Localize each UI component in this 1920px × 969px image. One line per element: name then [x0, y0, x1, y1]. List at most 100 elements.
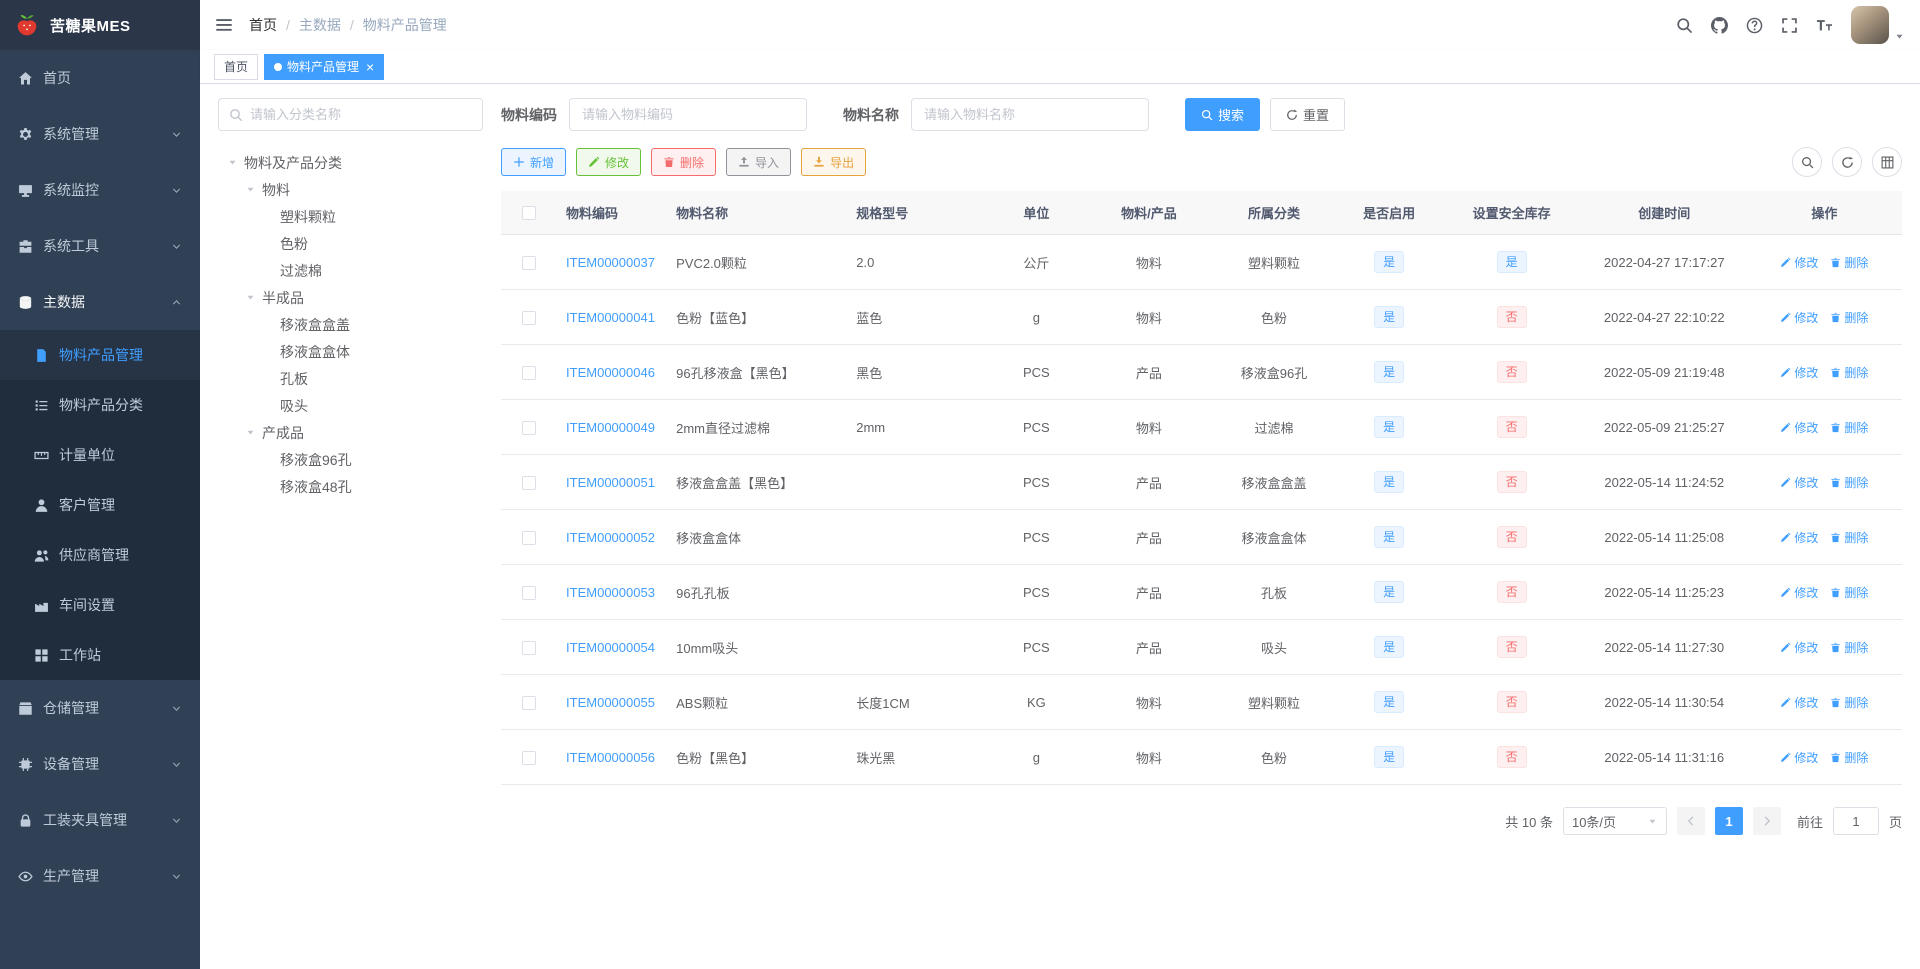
sidebar-subitem-material-product-management[interactable]: 物料产品管理 [0, 330, 200, 380]
row-edit-link[interactable]: 修改 [1780, 474, 1818, 491]
row-delete-link[interactable]: 删除 [1830, 364, 1868, 381]
sidebar-subitem-workstation[interactable]: 工作站 [0, 630, 200, 680]
sidebar-subitem-customer-management[interactable]: 客户管理 [0, 480, 200, 530]
row-edit-link[interactable]: 修改 [1780, 694, 1818, 711]
font-size-icon[interactable] [1816, 17, 1833, 34]
row-delete-link[interactable]: 删除 [1830, 419, 1868, 436]
category-search-input[interactable] [250, 107, 472, 122]
sidebar-subitem-material-product-category[interactable]: 物料产品分类 [0, 380, 200, 430]
row-edit-link[interactable]: 修改 [1780, 419, 1818, 436]
item-code-link[interactable]: ITEM00000051 [566, 475, 655, 490]
sidebar-item-system-tools[interactable]: 系统工具 [0, 218, 200, 274]
edit-button[interactable]: 修改 [576, 148, 642, 176]
goto-page-input[interactable] [1832, 807, 1879, 835]
item-code-link[interactable]: ITEM00000053 [566, 585, 655, 600]
row-edit-link[interactable]: 修改 [1780, 309, 1818, 326]
add-button[interactable]: 新增 [501, 148, 567, 176]
row-checkbox[interactable] [521, 420, 536, 435]
row-edit-link[interactable]: 修改 [1780, 529, 1818, 546]
tree-node[interactable]: 移液盒盒体 [218, 338, 483, 365]
row-checkbox[interactable] [521, 475, 536, 490]
row-checkbox[interactable] [521, 585, 536, 600]
tab-active[interactable]: 物料产品管理 × [264, 53, 385, 80]
tree-node[interactable]: 物料 [218, 176, 483, 203]
row-delete-link[interactable]: 删除 [1830, 749, 1868, 766]
tree-node[interactable]: 色粉 [218, 230, 483, 257]
row-edit-link[interactable]: 修改 [1780, 749, 1818, 766]
question-icon[interactable] [1746, 17, 1763, 34]
export-button[interactable]: 导出 [801, 148, 867, 176]
sidebar-item-equipment-management[interactable]: 设备管理 [0, 736, 200, 792]
tree-node[interactable]: 塑料颗粒 [218, 203, 483, 230]
item-code-link[interactable]: ITEM00000046 [566, 365, 655, 380]
next-page-button[interactable] [1752, 807, 1781, 835]
tree-node[interactable]: 吸头 [218, 392, 483, 419]
row-delete-link[interactable]: 删除 [1830, 694, 1868, 711]
refresh-button[interactable] [1832, 147, 1862, 177]
delete-button[interactable]: 删除 [651, 148, 717, 176]
sidebar-item-system-monitor[interactable]: 系统监控 [0, 162, 200, 218]
item-code-link[interactable]: ITEM00000041 [566, 310, 655, 325]
item-code-link[interactable]: ITEM00000049 [566, 420, 655, 435]
tree-node[interactable]: 物料及产品分类 [218, 149, 483, 176]
row-delete-link[interactable]: 删除 [1830, 309, 1868, 326]
github-icon[interactable] [1711, 17, 1728, 34]
row-delete-link[interactable]: 删除 [1830, 529, 1868, 546]
sidebar-subitem-measurement-unit[interactable]: 计量单位 [0, 430, 200, 480]
sidebar-item-production-management[interactable]: 生产管理 [0, 848, 200, 904]
prev-page-button[interactable] [1676, 807, 1705, 835]
row-checkbox[interactable] [521, 365, 536, 380]
current-page-button[interactable]: 1 [1714, 807, 1743, 835]
sidebar-item-fixture-management[interactable]: 工装夹具管理 [0, 792, 200, 848]
tree-node[interactable]: 产成品 [218, 419, 483, 446]
tree-node[interactable]: 过滤棉 [218, 257, 483, 284]
tree-node[interactable]: 半成品 [218, 284, 483, 311]
select-all-checkbox[interactable] [521, 206, 536, 221]
item-code-link[interactable]: ITEM00000054 [566, 640, 655, 655]
tree-node[interactable]: 移液盒盒盖 [218, 311, 483, 338]
brand[interactable]: 苦糖果MES [0, 0, 200, 50]
tab-item[interactable]: 首页 [214, 53, 259, 80]
material-name-input[interactable] [911, 98, 1149, 131]
fullscreen-icon[interactable] [1781, 17, 1798, 34]
search-button[interactable]: 搜索 [1185, 98, 1261, 131]
tab-close-icon[interactable]: × [366, 60, 374, 74]
row-checkbox[interactable] [521, 640, 536, 655]
item-code-link[interactable]: ITEM00000055 [566, 695, 655, 710]
sidebar-item-master-data[interactable]: 主数据 [0, 274, 200, 330]
hamburger-icon[interactable] [215, 16, 233, 34]
row-delete-link[interactable]: 删除 [1830, 474, 1868, 491]
sidebar-item-system-management[interactable]: 系统管理 [0, 106, 200, 162]
row-checkbox[interactable] [521, 530, 536, 545]
row-checkbox[interactable] [521, 750, 536, 765]
tree-node[interactable]: 移液盒96孔 [218, 446, 483, 473]
user-avatar[interactable] [1851, 6, 1905, 44]
grid-button[interactable] [1872, 147, 1902, 177]
row-edit-link[interactable]: 修改 [1780, 584, 1818, 601]
row-checkbox[interactable] [521, 255, 536, 270]
breadcrumb-item[interactable]: 首页 [249, 15, 277, 35]
import-button[interactable]: 导入 [726, 148, 792, 176]
sidebar-subitem-supplier-management[interactable]: 供应商管理 [0, 530, 200, 580]
item-code-link[interactable]: ITEM00000056 [566, 750, 655, 765]
search-button[interactable] [1792, 147, 1822, 177]
row-checkbox[interactable] [521, 695, 536, 710]
sidebar-item-warehouse-management[interactable]: 仓储管理 [0, 680, 200, 736]
item-code-link[interactable]: ITEM00000037 [566, 255, 655, 270]
search-icon[interactable] [1676, 17, 1693, 34]
sidebar-item-home[interactable]: 首页 [0, 50, 200, 106]
item-code-link[interactable]: ITEM00000052 [566, 530, 655, 545]
reset-button[interactable]: 重置 [1270, 98, 1346, 131]
row-delete-link[interactable]: 删除 [1830, 639, 1868, 656]
material-code-input[interactable] [569, 98, 807, 131]
sidebar-subitem-workshop-settings[interactable]: 车间设置 [0, 580, 200, 630]
tree-node[interactable]: 移液盒48孔 [218, 473, 483, 500]
row-delete-link[interactable]: 删除 [1830, 254, 1868, 271]
row-delete-link[interactable]: 删除 [1830, 584, 1868, 601]
row-checkbox[interactable] [521, 310, 536, 325]
row-edit-link[interactable]: 修改 [1780, 364, 1818, 381]
page-size-select[interactable]: 10条/页 [1562, 807, 1667, 835]
tree-node[interactable]: 孔板 [218, 365, 483, 392]
row-edit-link[interactable]: 修改 [1780, 254, 1818, 271]
row-edit-link[interactable]: 修改 [1780, 639, 1818, 656]
